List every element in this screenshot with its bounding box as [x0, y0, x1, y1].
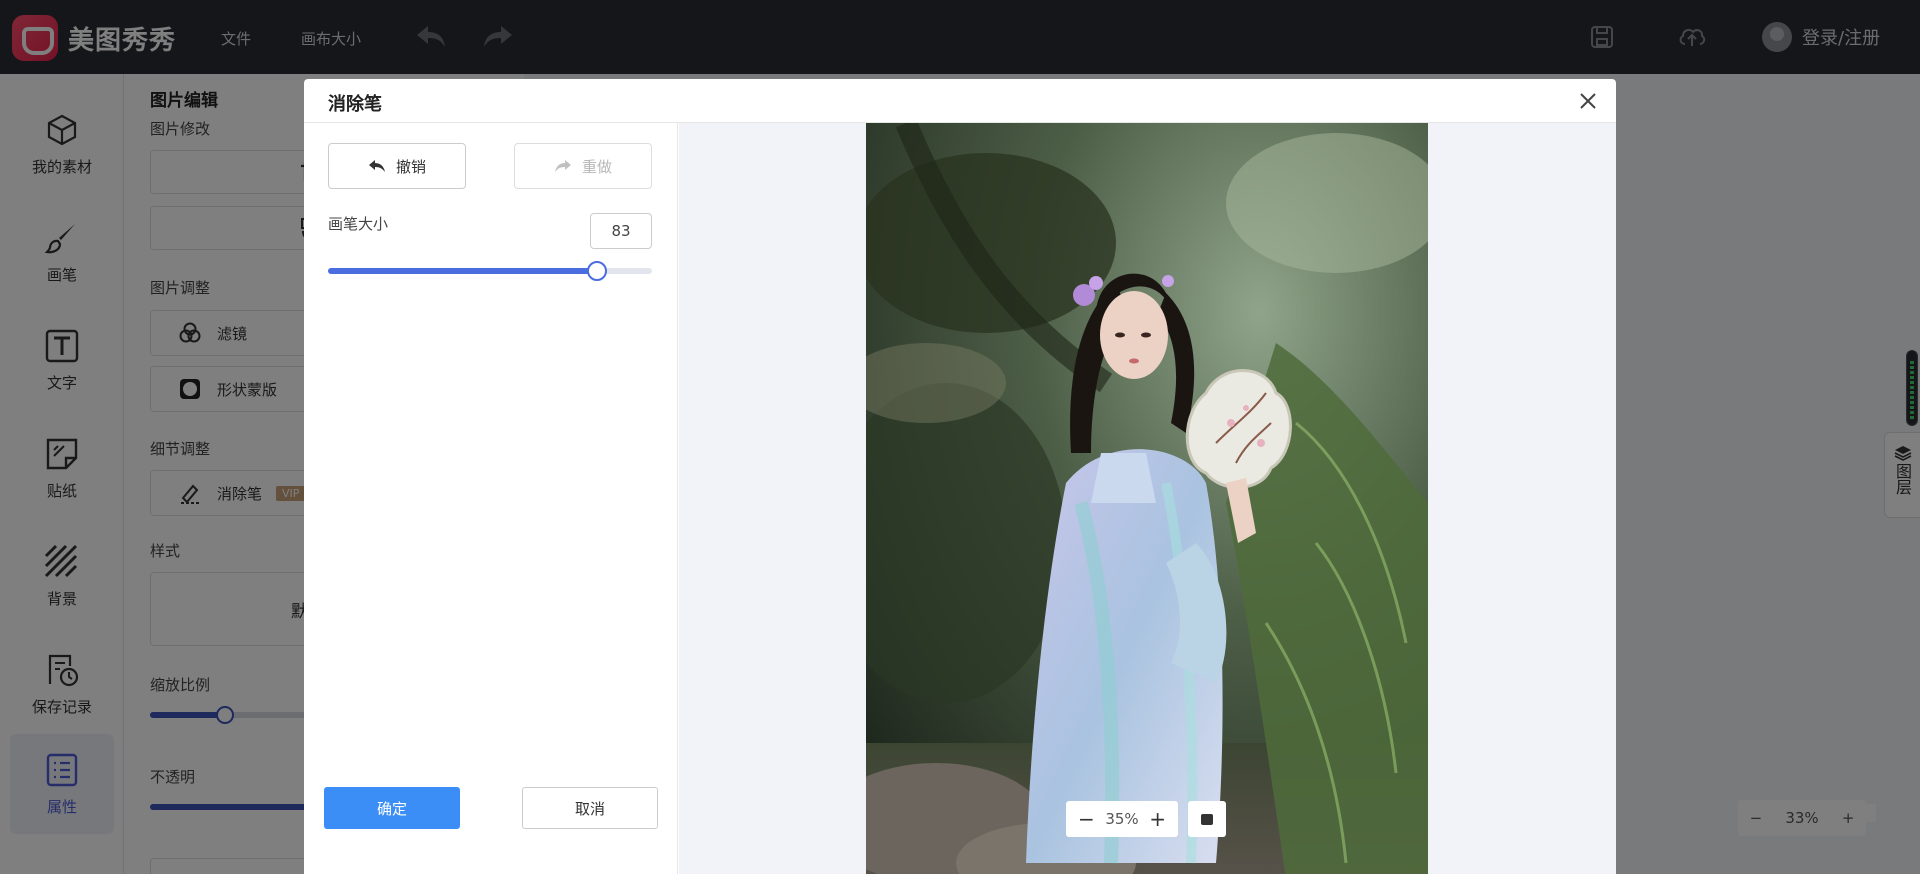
brush-size-input[interactable]: 83 — [590, 213, 652, 249]
dialog-tool-panel: 撤销 重做 画笔大小 83 确定 取消 — [304, 123, 678, 874]
dialog-header: 消除笔 — [304, 79, 1616, 123]
eraser-pen-dialog: 消除笔 撤销 重做 画笔大小 83 确定 取消 − 35% + — [304, 79, 1616, 874]
dialog-title: 消除笔 — [328, 94, 382, 115]
brush-slider-handle[interactable] — [587, 261, 607, 281]
redo-arrow-icon — [554, 160, 571, 172]
undo-arrow-icon — [368, 160, 385, 172]
fit-screen-icon — [1201, 813, 1213, 825]
zoom-out-button[interactable]: − — [1078, 809, 1095, 829]
confirm-button[interactable]: 确定 — [324, 787, 460, 829]
brush-size-label: 画笔大小 — [328, 215, 389, 233]
dialog-zoom-control: − 35% + — [1066, 801, 1178, 837]
undo-label: 撤销 — [395, 157, 426, 176]
close-icon[interactable] — [1574, 87, 1602, 115]
zoom-in-button[interactable]: + — [1149, 809, 1166, 829]
photo-image[interactable] — [866, 123, 1428, 874]
dialog-canvas[interactable]: − 35% + — [679, 123, 1616, 874]
redo-label: 重做 — [581, 157, 612, 176]
brush-slider-fill — [328, 268, 597, 274]
brush-size-slider[interactable] — [328, 261, 652, 281]
redo-button[interactable]: 重做 — [514, 143, 652, 189]
fit-screen-button[interactable] — [1188, 801, 1226, 837]
cancel-button[interactable]: 取消 — [522, 787, 658, 829]
undo-button[interactable]: 撤销 — [328, 143, 466, 189]
zoom-value: 35% — [1105, 810, 1139, 828]
